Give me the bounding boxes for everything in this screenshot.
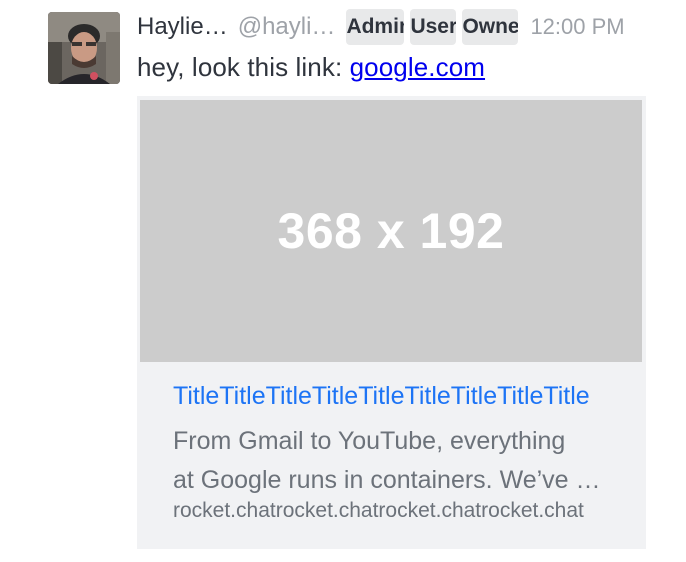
message-timestamp[interactable]: 12:00 PM — [530, 14, 624, 40]
role-badge-admin: Admin — [346, 9, 405, 45]
user-avatar[interactable] — [48, 12, 120, 84]
role-badge-user: User — [410, 9, 457, 45]
message-header: Haylie… @hayli… Admin User Owner 12:00 P… — [137, 8, 625, 46]
preview-url[interactable]: rocket.chatrocket.chatrocket.chatrocket.… — [173, 499, 609, 523]
chat-message: Haylie… @hayli… Admin User Owner 12:00 P… — [0, 0, 686, 562]
preview-description-line-1: From Gmail to YouTube, everything — [173, 427, 566, 455]
role-badge-owner: Owner — [462, 9, 519, 45]
preview-image-label: 368 x 192 — [277, 203, 505, 259]
author-username[interactable]: @hayli… — [238, 13, 336, 41]
avatar-photo-icon — [48, 12, 120, 84]
author-name[interactable]: Haylie… — [137, 13, 228, 41]
preview-description-line-2: at Google runs in containers. We’ve been… — [173, 466, 613, 494]
preview-title[interactable]: TitleTitleTitleTitleTitleTitleTitleTitle… — [173, 382, 609, 411]
message-text: hey, look this link: — [137, 52, 350, 82]
preview-image-placeholder[interactable]: 368 x 192 — [140, 100, 642, 362]
message-link[interactable]: google.com — [350, 52, 485, 82]
message-body: hey, look this link: google.com — [137, 52, 485, 83]
preview-description: From Gmail to YouTube, everything at Goo… — [173, 422, 613, 500]
link-preview-card[interactable]: 368 x 192 TitleTitleTitleTitleTitleTitle… — [137, 96, 646, 549]
